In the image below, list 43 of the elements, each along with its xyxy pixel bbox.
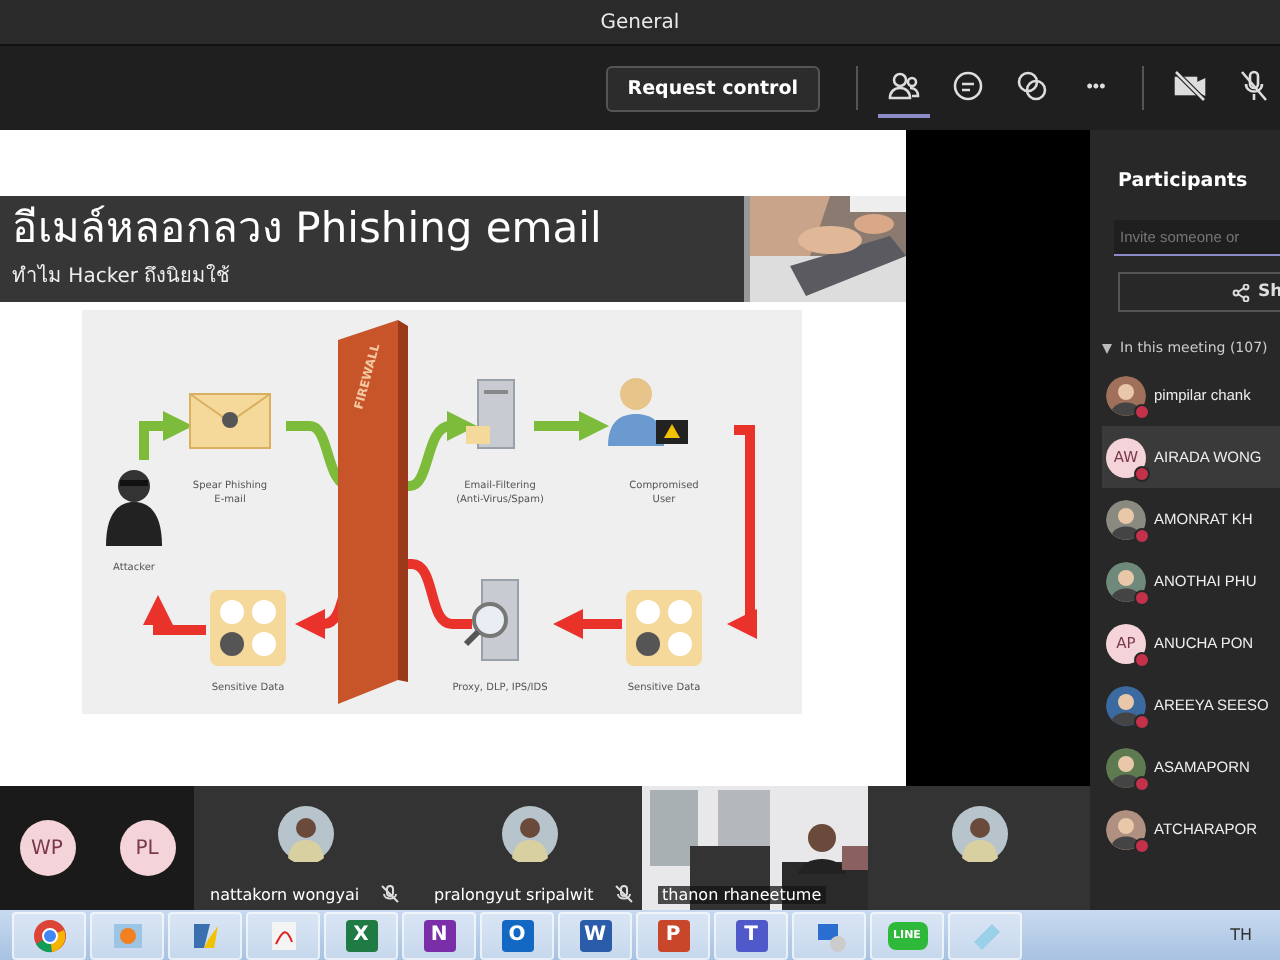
panel-title: Participants — [1118, 170, 1250, 192]
app-icon[interactable]: W — [558, 911, 632, 959]
user-icon — [608, 378, 688, 446]
attacker-icon — [106, 470, 162, 546]
avatar — [278, 806, 334, 862]
participant-name: pralongyut sripalwit — [434, 885, 594, 903]
language-indicator[interactable]: TH — [1230, 926, 1252, 944]
participant-name: nattakorn wongyai — [210, 885, 360, 903]
magnifier-icon — [463, 579, 519, 661]
slide-title: อีเมล์หลอกลวง Phishing email — [12, 202, 602, 254]
app-icon[interactable]: N — [402, 911, 476, 959]
network-icon[interactable] — [792, 911, 866, 959]
avatar: PL — [119, 820, 175, 876]
more-button[interactable]: ••• — [1070, 58, 1122, 118]
arrow — [553, 609, 622, 639]
avatar: WP — [19, 820, 75, 876]
arrow — [534, 411, 609, 441]
caret-icon — [1102, 343, 1112, 353]
arrow — [143, 595, 206, 635]
share-icon — [1232, 283, 1250, 301]
envelope-icon — [189, 393, 271, 449]
app-icon[interactable]: P — [636, 911, 710, 959]
app-icon[interactable]: T — [714, 911, 788, 959]
window-title: General — [600, 11, 680, 33]
mic-off-icon — [1236, 68, 1272, 104]
arrow — [139, 411, 193, 460]
app-icon[interactable]: X — [324, 911, 398, 959]
media-icon[interactable] — [90, 911, 164, 959]
people-icon — [886, 68, 922, 104]
camera-off-icon — [1172, 68, 1208, 104]
avatar — [951, 806, 1007, 862]
python-icon[interactable] — [168, 911, 242, 959]
app-icon[interactable]: O — [480, 911, 554, 959]
request-control-button[interactable]: Request control — [605, 65, 820, 111]
avatar — [502, 806, 558, 862]
sensitive-data-icon — [626, 590, 702, 666]
participant-name: thanon rhaneetume — [658, 886, 826, 904]
sensitive-data-icon — [210, 590, 286, 666]
reaction-icon — [1014, 68, 1050, 104]
chat-icon — [950, 68, 986, 104]
slide-subtitle: ทำไม Hacker ถึงนิยมใช้ — [12, 262, 233, 290]
server-icon — [466, 379, 515, 449]
chrome-icon[interactable] — [12, 911, 86, 959]
